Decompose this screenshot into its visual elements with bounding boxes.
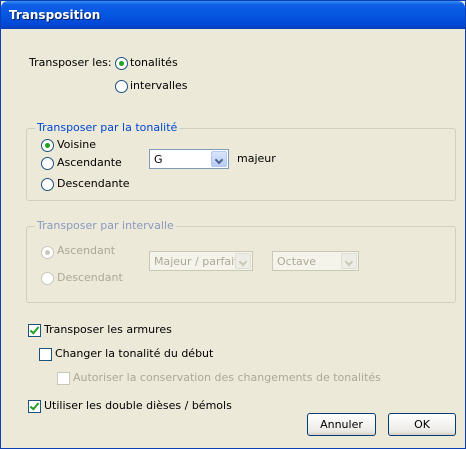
radio-tonalites[interactable] <box>115 57 128 70</box>
radio-descendante-label[interactable]: Descendante <box>57 177 130 190</box>
radio-voisine[interactable] <box>41 139 54 152</box>
radio-tonalites-label[interactable]: tonalités <box>130 56 178 69</box>
mode-label: majeur <box>237 152 276 165</box>
group-intervalle-title: Transposer par intervalle <box>35 219 176 232</box>
chevron-down-icon[interactable] <box>235 253 251 269</box>
checkbox-changer-tonalite[interactable] <box>39 348 52 361</box>
transposer-les-label: Transposer les: <box>29 56 112 69</box>
checkbox-changer-tonalite-label[interactable]: Changer la tonalité du début <box>55 347 213 360</box>
key-select[interactable]: G <box>149 149 229 169</box>
checkbox-double-dieses[interactable] <box>28 400 41 413</box>
cancel-button[interactable]: Annuler <box>307 413 376 436</box>
dialog-body: Transposer les: tonalités intervalles Tr… <box>4 29 462 447</box>
checkbox-autoriser-conservation[interactable] <box>57 372 70 385</box>
checkbox-transposer-armures[interactable] <box>28 324 41 337</box>
radio-intervalles[interactable] <box>115 80 128 93</box>
chevron-down-icon[interactable] <box>341 253 357 269</box>
interval-value: Octave <box>277 255 317 268</box>
window-title: Transposition <box>9 8 101 22</box>
ok-button[interactable]: OK <box>388 413 456 436</box>
radio-descendant-label[interactable]: Descendant <box>57 271 123 284</box>
radio-descendante[interactable] <box>41 178 54 191</box>
radio-ascendant[interactable] <box>41 246 54 259</box>
radio-descendant[interactable] <box>41 272 54 285</box>
radio-voisine-label[interactable]: Voisine <box>57 138 96 151</box>
interval-quality-select[interactable]: Majeur / parfait <box>149 251 253 271</box>
checkbox-double-dieses-label[interactable]: Utiliser les double dièses / bémols <box>44 399 232 412</box>
radio-ascendante[interactable] <box>41 157 54 170</box>
chevron-down-icon[interactable] <box>211 151 227 167</box>
interval-quality-value: Majeur / parfait <box>154 255 239 268</box>
transposition-dialog: Transposition Transposer les: tonalités … <box>0 0 466 449</box>
key-select-value: G <box>154 153 163 166</box>
radio-ascendante-label[interactable]: Ascendante <box>57 156 122 169</box>
checkbox-autoriser-conservation-label[interactable]: Autoriser la conservation des changement… <box>73 371 381 384</box>
checkbox-transposer-armures-label[interactable]: Transposer les armures <box>44 323 172 336</box>
radio-intervalles-label[interactable]: intervalles <box>130 79 188 92</box>
group-tonalite-title: Transposer par la tonalité <box>35 121 180 134</box>
interval-select[interactable]: Octave <box>272 251 359 271</box>
title-bar[interactable]: Transposition <box>1 1 465 29</box>
radio-ascendant-label[interactable]: Ascendant <box>57 244 115 257</box>
